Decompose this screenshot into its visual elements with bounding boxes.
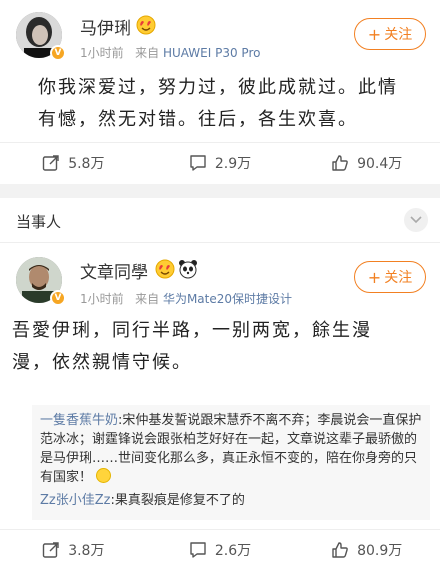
- post-time: 1小时前: [80, 292, 124, 306]
- chevron-down-icon: [410, 216, 422, 224]
- like-button[interactable]: 80.9万: [293, 530, 440, 569]
- follow-button[interactable]: + 关注: [354, 261, 426, 293]
- like-count: 80.9万: [357, 542, 403, 559]
- source-prefix: 来自: [135, 292, 160, 306]
- panda-emoji-icon: [179, 260, 197, 279]
- section-title: 当事人: [16, 213, 62, 231]
- repost-button[interactable]: 5.8万: [0, 143, 147, 182]
- comment-icon: [190, 541, 206, 558]
- comment-preview: 一隻香蕉牛奶:宋仲基发誓说跟宋慧乔不离不弃；李晨说会一直保护范冰冰；谢霆锋说会跟…: [32, 405, 430, 520]
- post-text: 吾愛伊琍，同行半路，一别两宽，餘生漫漫，依然親情守候。: [12, 320, 372, 373]
- smile-emoji-icon: [96, 468, 112, 483]
- post-meta: 1小时前 来自 HUAWEI P30 Pro: [80, 44, 260, 61]
- post-time: 1小时前: [80, 46, 124, 60]
- like-button[interactable]: 90.4万: [293, 143, 440, 182]
- heart-eyes-emoji-icon: [136, 15, 156, 35]
- like-count: 90.4万: [357, 155, 403, 172]
- like-icon: [332, 541, 348, 558]
- heart-eyes-emoji-icon: [155, 259, 175, 279]
- username[interactable]: 马伊琍: [80, 14, 131, 39]
- repost-icon: [43, 154, 59, 171]
- source-device[interactable]: HUAWEI P30 Pro: [163, 46, 261, 60]
- follow-button[interactable]: + 关注: [354, 18, 426, 50]
- list-item[interactable]: Zz张小佳Zz:果真裂痕是修复不了的: [40, 491, 422, 510]
- username[interactable]: 文章同學: [80, 258, 148, 283]
- comment-button[interactable]: 2.9万: [147, 143, 294, 182]
- weibo-post-wenzhang: V 文章同學 1小时前 来自 华为Mate20保时捷设计 + 关注 吾愛伊琍，同…: [0, 243, 440, 573]
- comment-icon: [190, 154, 206, 171]
- plus-icon: +: [367, 267, 382, 287]
- follow-label: 关注: [384, 27, 413, 43]
- action-bar: 5.8万 2.9万 90.4万: [0, 142, 440, 182]
- like-icon: [332, 154, 348, 171]
- source-device[interactable]: 华为Mate20保时捷设计: [163, 292, 292, 306]
- post-text: 你我深爱过，努力过，彼此成就过。此情有憾，然无对错。往后，各生欢喜。: [38, 77, 398, 130]
- repost-button[interactable]: 3.8万: [0, 530, 147, 569]
- comment-count: 2.6万: [214, 542, 252, 559]
- expand-button[interactable]: [404, 208, 428, 232]
- list-item[interactable]: 一隻香蕉牛奶:宋仲基发誓说跟宋慧乔不离不弃；李晨说会一直保护范冰冰；谢霆锋说会跟…: [40, 411, 422, 487]
- repost-icon: [43, 541, 59, 558]
- comment-user[interactable]: 一隻香蕉牛奶: [40, 413, 118, 428]
- comment-user[interactable]: Zz张小佳Zz: [40, 493, 110, 508]
- plus-icon: +: [367, 24, 382, 44]
- comment-count: 2.9万: [214, 155, 252, 172]
- repost-count: 5.8万: [68, 155, 105, 172]
- action-bar: 3.8万 2.6万 80.9万: [0, 529, 440, 569]
- repost-count: 3.8万: [68, 542, 105, 559]
- weibo-post-mayili: V 马伊琍 1小时前 来自 HUAWEI P30 Pro + 关注 你我深爱过，…: [0, 0, 440, 184]
- source-prefix: 来自: [135, 46, 160, 60]
- divider: [0, 184, 440, 198]
- verified-badge-icon: V: [50, 45, 66, 61]
- comment-button[interactable]: 2.6万: [147, 530, 294, 569]
- comment-text: :果真裂痕是修复不了的: [110, 493, 245, 508]
- follow-label: 关注: [384, 270, 413, 286]
- verified-badge-icon: V: [50, 290, 66, 306]
- post-meta: 1小时前 来自 华为Mate20保时捷设计: [80, 290, 292, 307]
- section-header: 当事人: [0, 198, 440, 243]
